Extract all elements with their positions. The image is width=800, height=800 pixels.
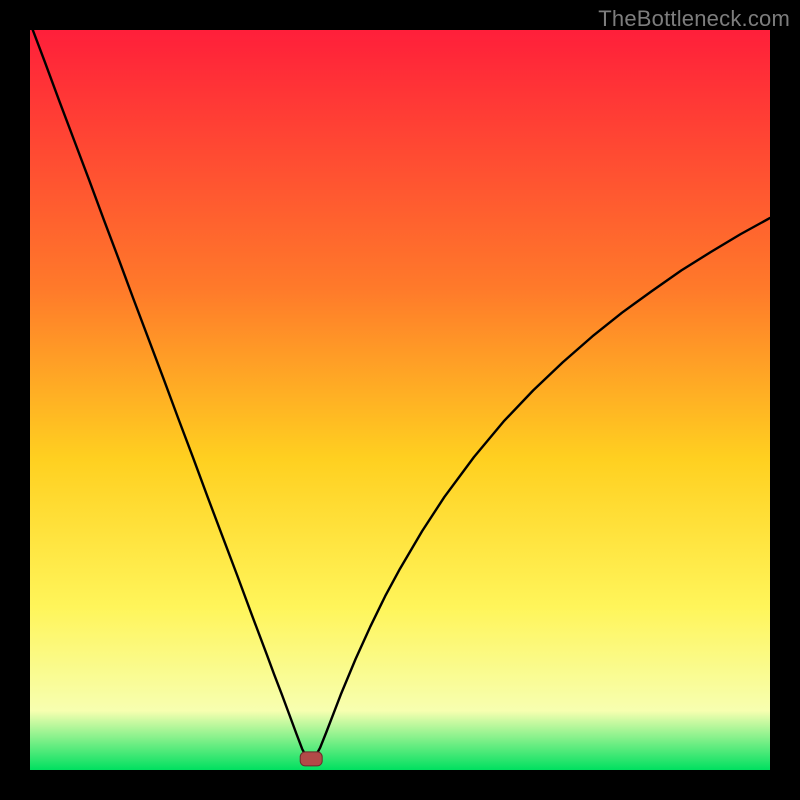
optimum-marker bbox=[300, 752, 322, 766]
watermark-text: TheBottleneck.com bbox=[598, 6, 790, 32]
chart-svg bbox=[30, 30, 770, 770]
gradient-background bbox=[30, 30, 770, 770]
chart-frame: TheBottleneck.com bbox=[0, 0, 800, 800]
plot-area bbox=[30, 30, 770, 770]
